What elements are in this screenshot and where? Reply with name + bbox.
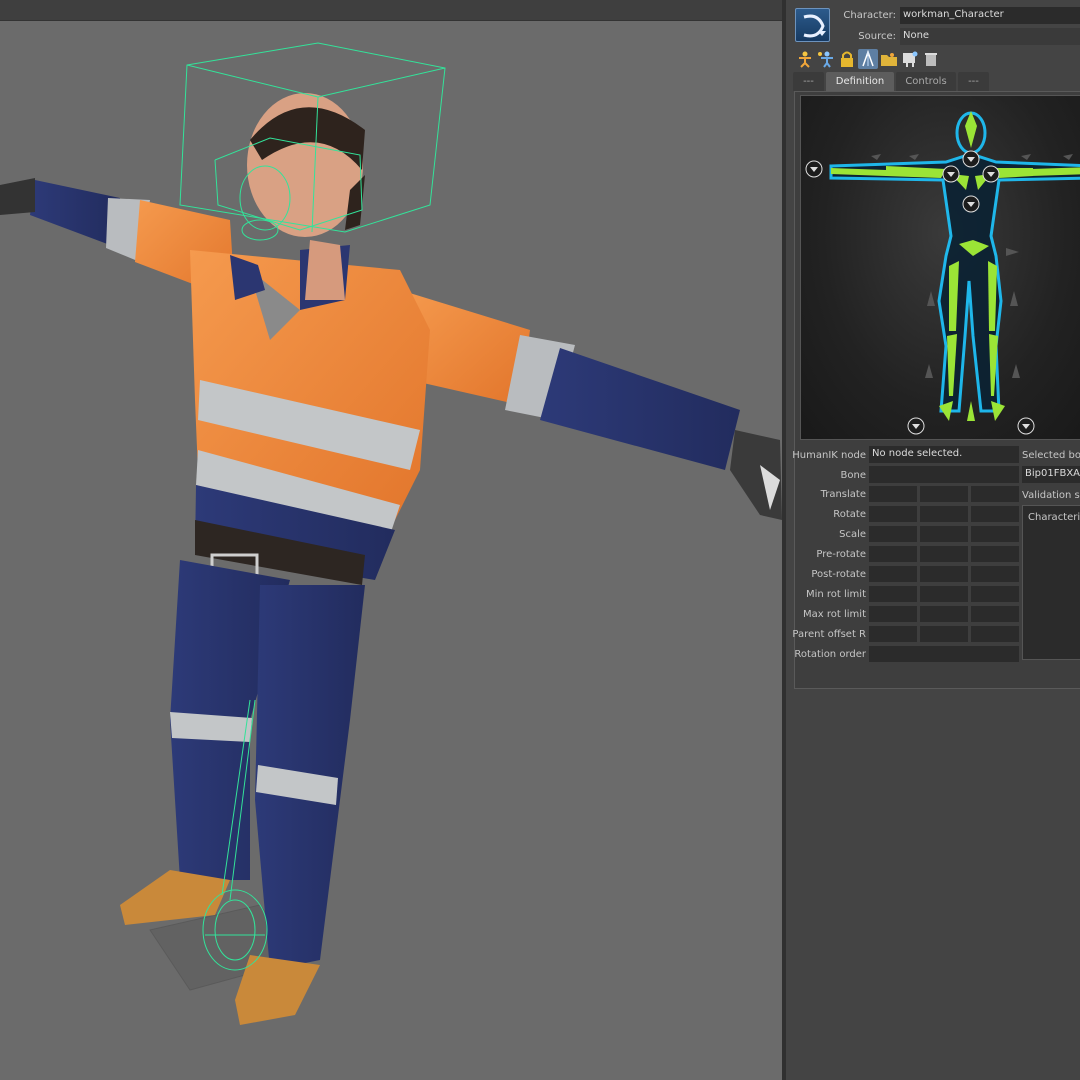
selected-bone-label: Selected bon [1022,450,1080,461]
parent-offset-z-field[interactable] [971,626,1019,642]
validation-status-box: Characteriz [1022,505,1080,660]
create-character-icon[interactable] [816,49,836,69]
scale-z-field[interactable] [971,526,1019,542]
pre-rotate-label: Pre-rotate [816,549,866,560]
character-model[interactable] [0,0,782,1080]
scale-y-field[interactable] [920,526,968,542]
pre-rotate-z-field[interactable] [971,546,1019,562]
scale-label: Scale [839,529,866,540]
post-rotate-label: Post-rotate [811,569,866,580]
bone-label: Bone [840,470,866,481]
mirror-icon[interactable] [858,49,878,69]
export-icon[interactable] [900,49,920,69]
rotate-x-field[interactable] [869,506,917,522]
max-rot-limit-y-field[interactable] [920,606,968,622]
tab-left-more[interactable]: --- [793,72,824,91]
validation-text: Characteriz [1028,512,1080,523]
humanik-node-field[interactable]: No node selected. [869,446,1019,463]
parent-offset-y-field[interactable] [920,626,968,642]
tab-right-more[interactable]: --- [958,72,989,91]
character-label: Character: [843,10,896,21]
3d-viewport[interactable] [0,0,782,1080]
rotation-order-label: Rotation order [794,649,866,660]
parent-offset-x-field[interactable] [869,626,917,642]
folder-icon[interactable] [879,49,899,69]
translate-y-field[interactable] [920,486,968,502]
source-dropdown[interactable]: None [900,28,1080,45]
rotate-y-field[interactable] [920,506,968,522]
scale-x-field[interactable] [869,526,917,542]
post-rotate-z-field[interactable] [971,566,1019,582]
min-rot-limit-x-field[interactable] [869,586,917,602]
pre-rotate-x-field[interactable] [869,546,917,562]
translate-x-field[interactable] [869,486,917,502]
min-rot-limit-label: Min rot limit [805,589,866,600]
post-rotate-x-field[interactable] [869,566,917,582]
translate-label: Translate [820,489,866,500]
source-label: Source: [858,31,896,42]
pre-rotate-y-field[interactable] [920,546,968,562]
post-rotate-y-field[interactable] [920,566,968,582]
validation-label: Validation st [1022,490,1080,501]
max-rot-limit-z-field[interactable] [971,606,1019,622]
min-rot-limit-y-field[interactable] [920,586,968,602]
bone-field[interactable] [869,466,1019,483]
character-definition-figure[interactable] [800,95,1080,440]
max-rot-limit-x-field[interactable] [869,606,917,622]
figure-silhouette [829,111,1080,413]
humanik-node-label: HumanIK node [792,450,866,461]
rotate-label: Rotate [833,509,866,520]
tab-definition[interactable]: Definition [826,72,894,91]
character-dropdown[interactable]: workman_Character [900,7,1080,24]
parent-offset-label: Parent offset R [792,629,866,640]
rotation-order-field[interactable] [869,646,1019,662]
max-rot-limit-label: Max rot limit [803,609,866,620]
right-arm [400,290,782,520]
selected-bone-field[interactable]: Bip01FBXAS [1022,466,1080,483]
lock-icon[interactable] [837,49,857,69]
tab-controls[interactable]: Controls [896,72,956,91]
rotate-z-field[interactable] [971,506,1019,522]
delete-icon[interactable] [921,49,941,69]
translate-z-field[interactable] [971,486,1019,502]
humanik-panel: Character: workman_Character Source: Non… [786,0,1080,1080]
min-rot-limit-z-field[interactable] [971,586,1019,602]
create-skeleton-icon[interactable] [795,49,815,69]
humanik-logo-icon[interactable] [795,8,830,42]
